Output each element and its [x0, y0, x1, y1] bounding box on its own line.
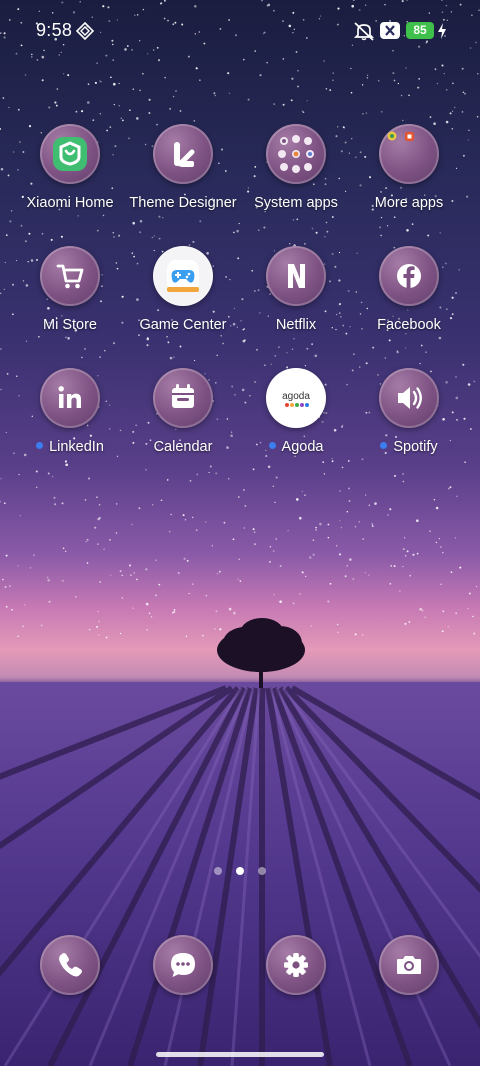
page-dot-active[interactable]	[236, 867, 244, 875]
starry-sky-wallpaper	[0, 0, 480, 641]
speaker-icon	[379, 368, 439, 428]
app-theme-designer[interactable]: Theme Designer	[125, 124, 241, 211]
page-dot[interactable]	[214, 867, 222, 875]
home-screen: 9:58 85 Xiaomi Home Theme Designer Syste…	[0, 0, 480, 1066]
app-spotify[interactable]: Spotify	[351, 368, 467, 455]
lavender-field-wallpaper	[0, 618, 480, 1066]
charging-icon	[438, 23, 446, 39]
folder-system-apps[interactable]: System apps	[238, 124, 354, 211]
app-calendar[interactable]: Calendar	[125, 368, 241, 455]
app-label: Mi Store	[43, 317, 97, 333]
clock: 9:58	[36, 20, 73, 40]
dock-phone[interactable]	[40, 935, 100, 995]
app-xiaomi-home[interactable]: Xiaomi Home	[12, 124, 128, 211]
xiaomi-home-icon	[40, 124, 100, 184]
camera-icon	[379, 935, 439, 995]
message-icon	[153, 935, 213, 995]
app-label: Game Center	[139, 317, 227, 333]
app-linkedin[interactable]: LinkedIn	[12, 368, 128, 455]
app-label: Spotify	[351, 439, 467, 455]
folder-icon	[379, 124, 439, 184]
facebook-icon	[379, 246, 439, 306]
shopping-cart-icon	[40, 246, 100, 306]
app-label: Netflix	[275, 317, 317, 333]
theme-designer-icon	[153, 124, 213, 184]
app-label: System apps	[254, 195, 338, 211]
linkedin-icon	[40, 368, 100, 428]
page-dot[interactable]	[258, 867, 266, 875]
gesture-home-bar[interactable]	[156, 1052, 324, 1057]
notification-dot	[36, 442, 44, 449]
app-label: More apps	[374, 195, 444, 211]
app-mi-store[interactable]: Mi Store	[12, 246, 128, 333]
dock-messages[interactable]	[153, 935, 213, 995]
no-sim-icon	[380, 22, 400, 39]
svg-text:agoda: agoda	[282, 391, 310, 402]
app-label: Facebook	[377, 317, 441, 333]
folder-more-apps[interactable]: More apps	[351, 124, 467, 211]
app-label: Agoda	[238, 439, 354, 455]
app-game-center[interactable]: Game Center	[125, 246, 241, 333]
silent-mode-icon	[353, 22, 375, 41]
status-bar: 9:58 85	[0, 0, 480, 64]
dock-camera[interactable]	[379, 935, 439, 995]
notification-dot	[380, 442, 388, 449]
notification-dot	[268, 442, 276, 449]
app-label: Theme Designer	[129, 195, 237, 211]
app-netflix[interactable]: Netflix	[238, 246, 354, 333]
gamepad-icon	[153, 246, 213, 306]
app-agoda[interactable]: agoda Agoda	[238, 368, 354, 455]
folder-icon	[266, 124, 326, 184]
dock-settings[interactable]	[266, 935, 326, 995]
netflix-icon	[266, 246, 326, 306]
agoda-icon: agoda	[266, 368, 326, 428]
app-facebook[interactable]: Facebook	[351, 246, 467, 333]
nfc-icon	[76, 22, 94, 40]
page-indicator	[214, 867, 268, 875]
calendar-icon	[153, 368, 213, 428]
phone-icon	[40, 935, 100, 995]
app-label: LinkedIn	[12, 439, 128, 455]
app-label: Xiaomi Home	[26, 195, 114, 211]
app-label: Calendar	[153, 439, 213, 455]
battery-indicator: 85	[406, 22, 434, 39]
gear-icon	[266, 935, 326, 995]
